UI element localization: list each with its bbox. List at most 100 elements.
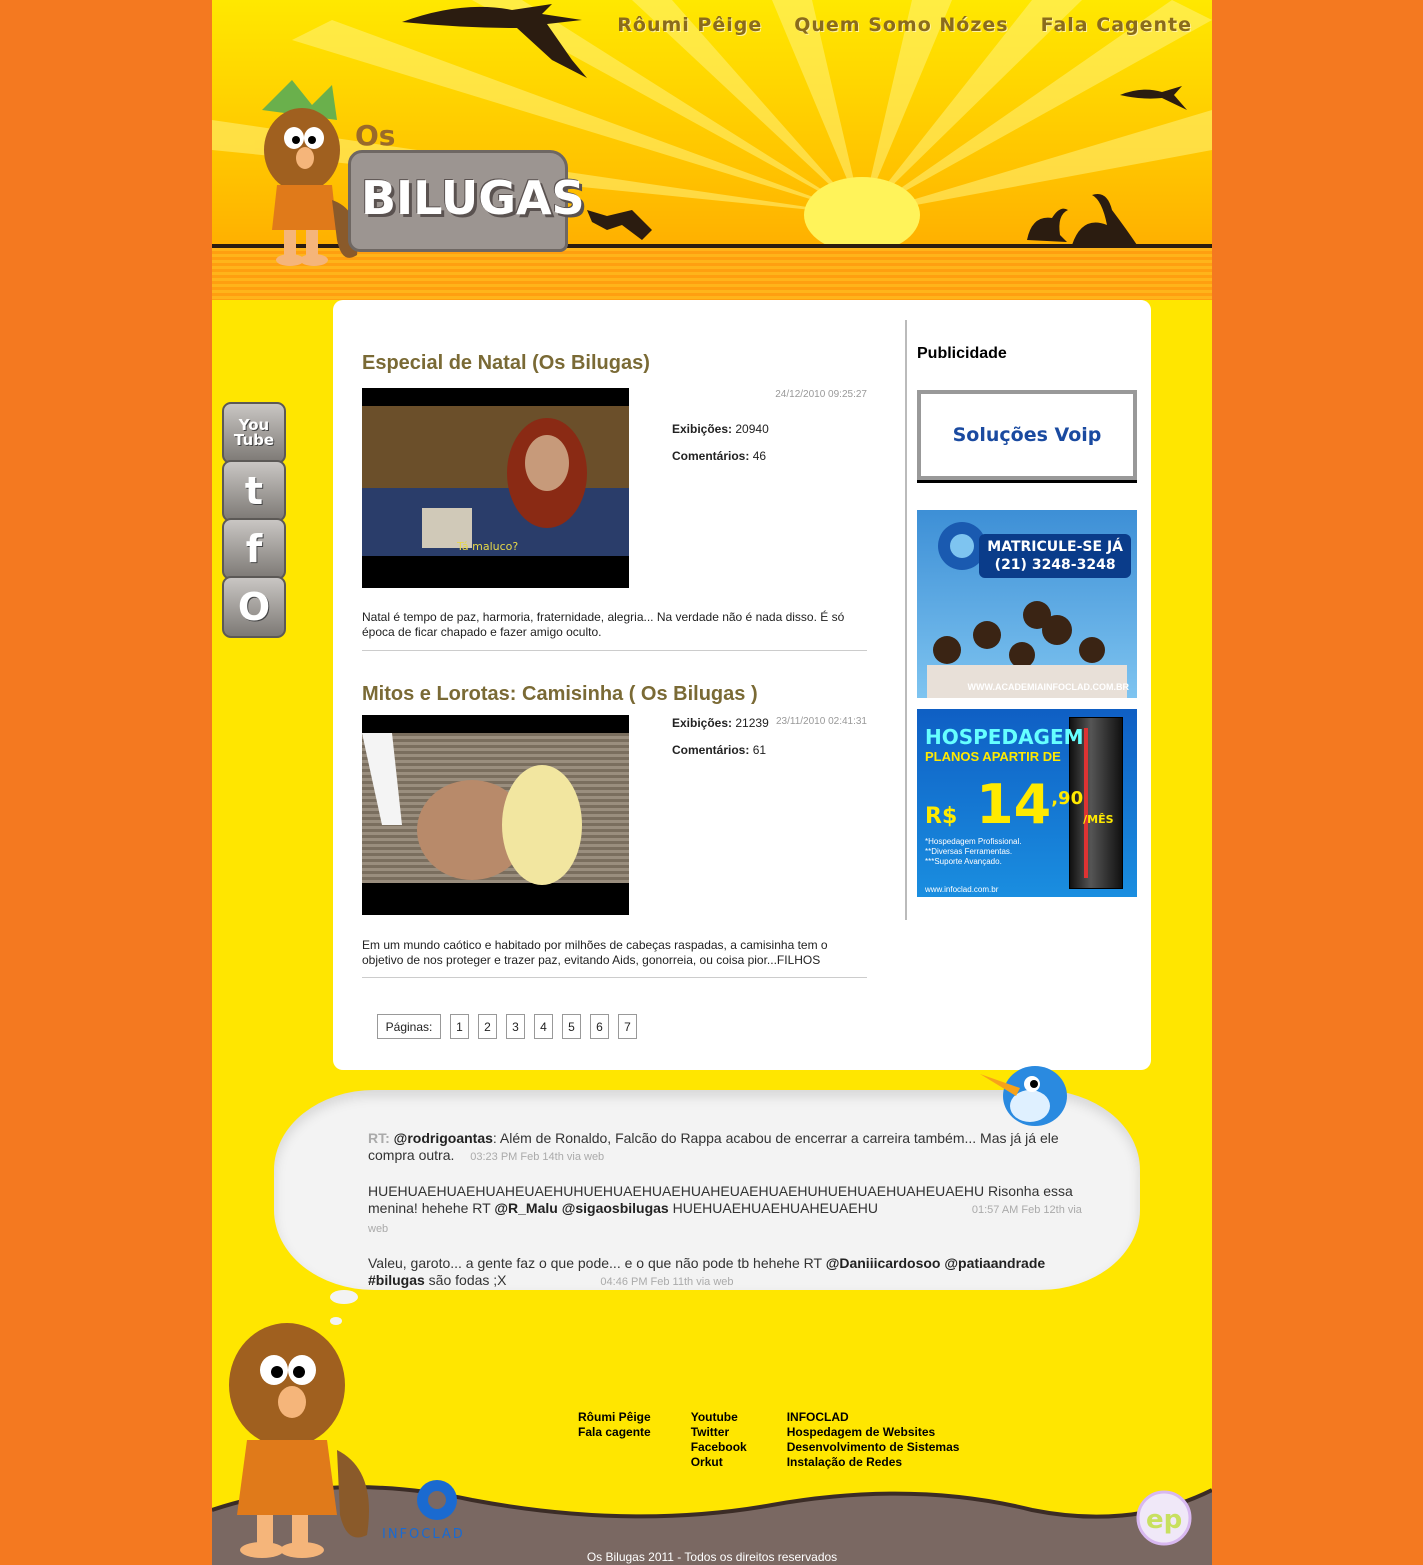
footer-link[interactable]: Rôumi Pêige (578, 1410, 651, 1425)
footer-col-site: Rôumi Pêige Fala cagente (578, 1410, 651, 1470)
tweet: Valeu, garoto... a gente faz o que pode.… (368, 1255, 1088, 1291)
post: Mitos e Lorotas: Camisinha ( Os Bilugas … (362, 683, 867, 978)
price-currency: R$ (925, 804, 958, 829)
tweet-text: são fodas ;X (424, 1272, 507, 1288)
tweet-mention[interactable]: @R_Malu (494, 1200, 557, 1216)
footer-link[interactable]: INFOCLAD (787, 1410, 960, 1425)
footer-link[interactable]: Youtube (691, 1410, 747, 1425)
nav-contact[interactable]: Fala Cagente (1041, 14, 1192, 36)
hosting-ad-features: *Hospedagem Profissional. **Diversas Fer… (925, 837, 1022, 867)
post-date: 24/12/2010 09:25:27 (775, 389, 867, 400)
infoclad-ad[interactable]: MATRICULE-SE JÁ (21) 3248-3248 WWW.ACADE… (917, 510, 1137, 698)
ep-logo-icon: ep (1136, 1490, 1192, 1546)
page-link[interactable]: 1 (450, 1014, 469, 1039)
youtube-icon[interactable]: You Tube (222, 402, 286, 464)
video-frame (362, 733, 629, 885)
tweet-meta[interactable]: 04:46 PM Feb 11th via web (600, 1276, 733, 1288)
price-value: 14 (976, 773, 1052, 836)
post-date: 23/11/2010 02:41:31 (775, 716, 867, 727)
tweet-mention[interactable]: @patiaandrade (944, 1255, 1045, 1271)
page-link[interactable]: 7 (618, 1014, 637, 1039)
comments-label: Comentários: (672, 449, 750, 463)
column-divider (905, 320, 907, 920)
voip-ad-label: Soluções Voip (952, 424, 1102, 446)
infoclad-logo-text: INFOCLAD (382, 1527, 465, 1542)
comments-label: Comentários: (672, 743, 750, 757)
video-thumbnail[interactable] (362, 715, 629, 915)
page-link[interactable]: 3 (506, 1014, 525, 1039)
divider (362, 650, 867, 651)
tweet: RT: @rodrigoantas: Além de Ronaldo, Falc… (368, 1130, 1088, 1166)
page-link[interactable]: 4 (534, 1014, 553, 1039)
tweet-hashtag[interactable]: #bilugas (368, 1272, 425, 1288)
tweet-meta[interactable]: 03:23 PM Feb 14th via web (470, 1151, 604, 1163)
ep-logo-text: ep (1146, 1505, 1182, 1535)
footer-link[interactable]: Fala cagente (578, 1425, 651, 1440)
nav-home[interactable]: Rôumi Pêige (617, 14, 762, 36)
views-label: Exibições: (672, 422, 733, 436)
footer-link[interactable]: Instalação de Redes (787, 1455, 960, 1470)
tweet-mention[interactable]: @Daniiicardosoo (826, 1255, 941, 1271)
video-thumbnail[interactable]: Tá maluco? (362, 388, 629, 588)
site-logo[interactable]: Os BILUGAS (348, 119, 585, 252)
feature-item: ***Suporte Avançado. (925, 857, 1002, 866)
infoclad-ad-url: WWW.ACADEMIAINFOCLAD.COM.BR (967, 682, 1129, 692)
footer-link[interactable]: Desenvolvimento de Sistemas (787, 1440, 960, 1455)
page-link[interactable]: 6 (590, 1014, 609, 1039)
footer-link[interactable]: Facebook (691, 1440, 747, 1455)
page: Rôumi Pêige Quem Somo Nózes Fala Cagente… (212, 0, 1212, 1565)
footer-link[interactable]: Orkut (691, 1455, 747, 1470)
hosting-ad-url: www.infoclad.com.br (925, 885, 999, 894)
ep-logo[interactable]: ep (1136, 1488, 1192, 1553)
dinosaur-small (1027, 208, 1068, 242)
logo-name: BILUGAS (361, 171, 585, 225)
video-caption: Tá maluco? (456, 540, 518, 553)
twitter-icon[interactable]: t (222, 460, 286, 522)
footer-link[interactable]: Hospedagem de Websites (787, 1425, 960, 1440)
tweet-mention[interactable]: @sigaosbilugas (562, 1200, 669, 1216)
infoclad-ad-phone: (21) 3248-3248 (994, 557, 1116, 573)
content-panel: Especial de Natal (Os Bilugas) 24/12/201… (333, 300, 1151, 1070)
facebook-icon[interactable]: f (222, 518, 286, 580)
infoclad-ad-line1: MATRICULE-SE JÁ (987, 539, 1123, 555)
page-link[interactable]: 5 (562, 1014, 581, 1039)
post-stats: Exibições: 20940 Comentários: 46 (672, 422, 769, 476)
footer-col-infoclad: INFOCLAD Hospedagem de Websites Desenvol… (787, 1410, 960, 1470)
sun (804, 177, 920, 250)
pagination: Páginas: 1 2 3 4 5 6 7 (377, 1014, 637, 1039)
post-stats: Exibições: 21239 Comentários: 61 (672, 716, 769, 770)
copyright: Os Bilugas 2011 - Todos os direitos rese… (586, 1550, 838, 1564)
hosting-ad[interactable]: HOSPEDAGEM PLANOS APARTIR DE R$ 14,90/MÊ… (917, 709, 1137, 897)
tweet: HUEHUAEHUAEHUAHEUAEHUHUEHUAEHUAEHUAHEUAE… (368, 1183, 1088, 1238)
post-title[interactable]: Especial de Natal (Os Bilugas) (362, 352, 867, 375)
post-title[interactable]: Mitos e Lorotas: Camisinha ( Os Bilugas … (362, 683, 867, 706)
page-link[interactable]: 2 (478, 1014, 497, 1039)
caveman-footer-mascot (229, 1323, 369, 1558)
hosting-ad-price: R$ 14,90/MÊS (925, 773, 1114, 836)
logo-prefix: Os (355, 119, 396, 152)
pagination-label: Páginas: (377, 1014, 441, 1039)
post: Especial de Natal (Os Bilugas) 24/12/201… (362, 352, 867, 651)
nav-about[interactable]: Quem Somo Nózes (794, 14, 1008, 36)
video-frame: Tá maluco? (362, 406, 629, 556)
footer-link[interactable]: Twitter (691, 1425, 747, 1440)
infoclad-ad-headline: MATRICULE-SE JÁ (21) 3248-3248 (979, 534, 1131, 578)
infoclad-logo[interactable]: INFOCLAD (382, 1478, 502, 1547)
tweet-mention[interactable]: @rodrigoantas (394, 1130, 493, 1146)
infoclad-logo-icon: INFOCLAD (382, 1480, 465, 1542)
views-label: Exibições: (672, 716, 733, 730)
tweet-text: Valeu, garoto... a gente faz o que pode.… (368, 1255, 822, 1271)
raptor-silhouette (587, 210, 652, 240)
voip-ad[interactable]: Soluções Voip (917, 390, 1137, 480)
tweet-text: HUEHUAEHUAEHUAHEUAEHU (668, 1200, 878, 1216)
footer-links: Rôumi Pêige Fala cagente Youtube Twitter… (578, 1410, 959, 1470)
retweet-prefix: RT: (368, 1130, 390, 1146)
feature-item: *Hospedagem Profissional. (925, 837, 1022, 846)
sidebar-title: Publicidade (917, 345, 1007, 362)
orkut-icon[interactable]: O (222, 576, 286, 638)
hosting-ad-title: HOSPEDAGEM (925, 725, 1084, 749)
comments-count: 46 (752, 449, 767, 463)
tweet-list: RT: @rodrigoantas: Além de Ronaldo, Falc… (368, 1130, 1088, 1308)
post-description: Em um mundo caótico e habitado por milhõ… (362, 938, 828, 967)
views-count: 21239 (735, 716, 769, 730)
